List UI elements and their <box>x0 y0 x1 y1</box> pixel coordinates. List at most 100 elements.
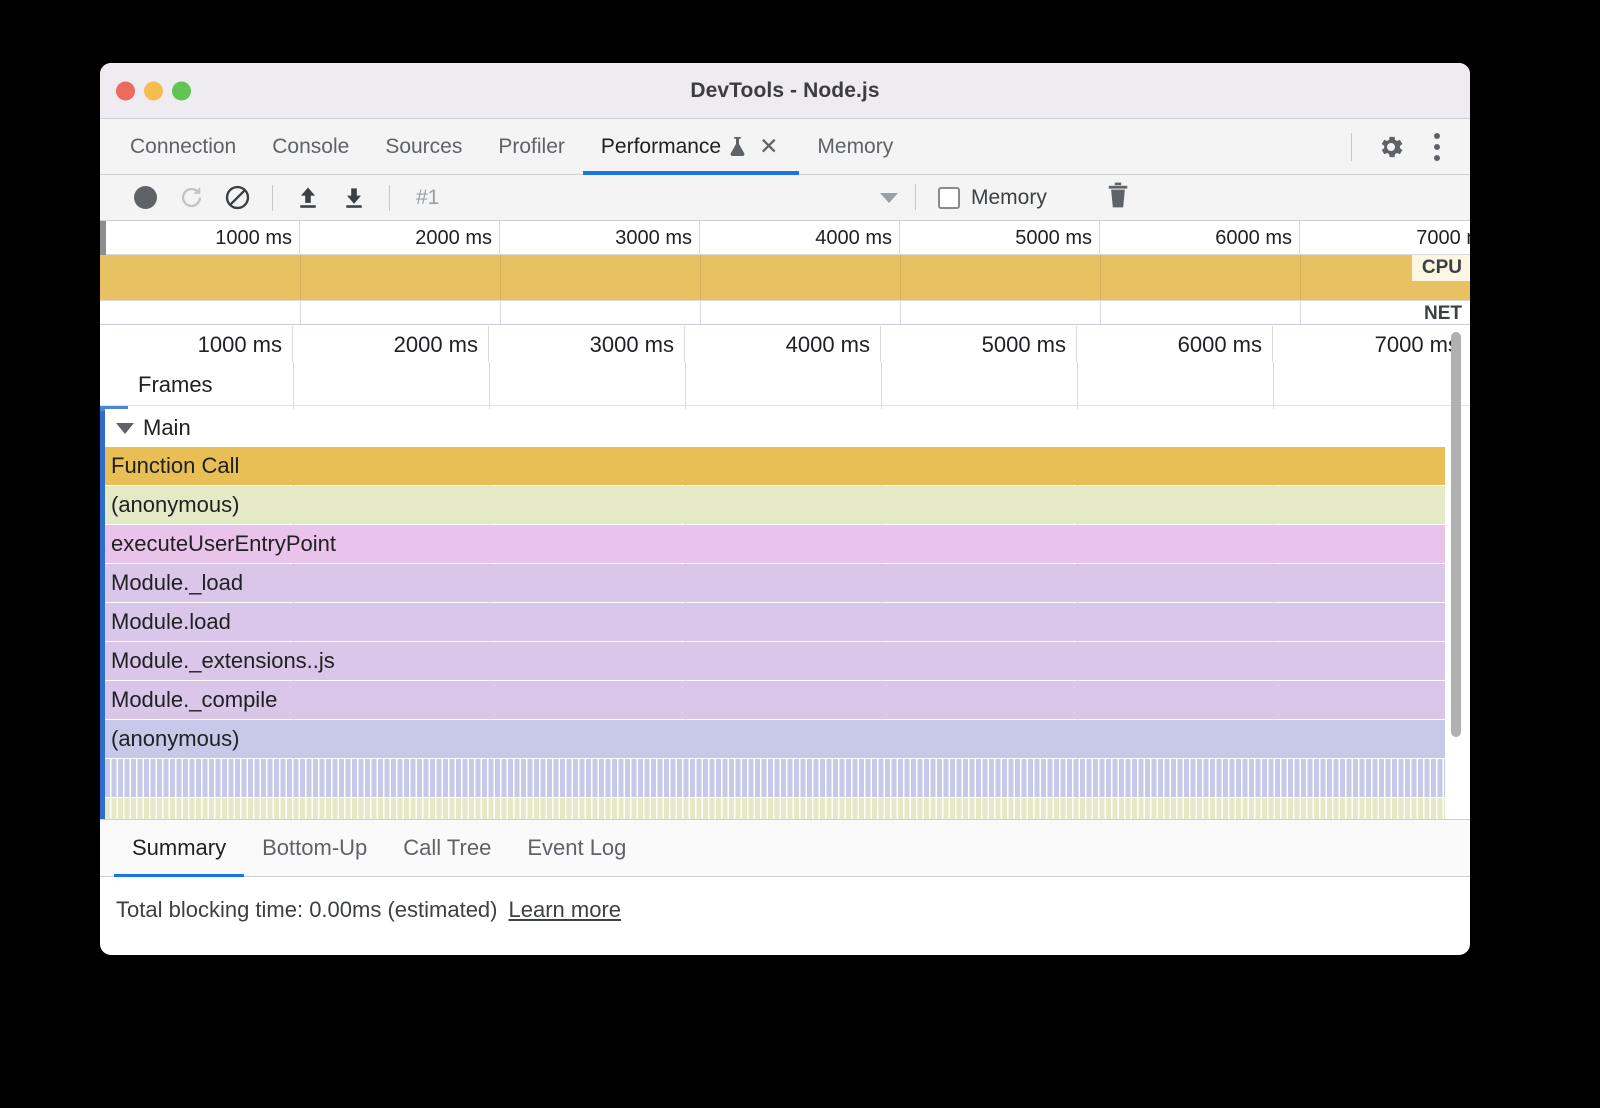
tab-label: Summary <box>132 835 226 861</box>
tabbar-actions <box>1347 119 1458 174</box>
tab-label: Call Tree <box>403 835 491 861</box>
tab-console[interactable]: Console <box>254 119 367 174</box>
flame-bar-label: Module.load <box>105 603 1470 641</box>
overview-tick: 5000 ms <box>900 221 1100 255</box>
overview-ruler: 1000 ms 2000 ms 3000 ms 4000 ms 5000 ms … <box>100 221 1470 255</box>
flame-bar-label: (anonymous) <box>105 720 1470 758</box>
tab-call-tree[interactable]: Call Tree <box>385 820 509 876</box>
record-circle-icon[interactable] <box>122 178 168 218</box>
gear-icon[interactable] <box>1370 126 1412 168</box>
tab-label: Performance <box>601 135 721 159</box>
flame-row[interactable]: (anonymous) <box>105 486 1470 524</box>
tab-label: Bottom-Up <box>262 835 367 861</box>
tab-label: Profiler <box>498 135 565 159</box>
caret-down-icon[interactable] <box>116 423 134 434</box>
minimize-window-button[interactable] <box>144 81 163 100</box>
flame-row-striped[interactable] <box>105 759 1445 797</box>
overview-tick: 6000 ms <box>1100 221 1300 255</box>
flame-chart-pane[interactable]: 1000 ms 2000 ms 3000 ms 4000 ms 5000 ms … <box>100 326 1470 819</box>
flask-icon <box>729 136 746 157</box>
panel-tabbar: Connection Console Sources Profiler Perf… <box>100 119 1470 175</box>
cpu-gridlines <box>100 255 1470 300</box>
flame-group-main[interactable]: Main <box>105 409 1470 447</box>
maximize-window-button[interactable] <box>172 81 191 100</box>
flame-row-striped[interactable] <box>105 798 1445 819</box>
timeline-overview[interactable]: 1000 ms 2000 ms 3000 ms 4000 ms 5000 ms … <box>100 221 1470 326</box>
divider <box>1351 133 1352 161</box>
tab-memory[interactable]: Memory <box>799 119 911 174</box>
flame-rows: Function Call (anonymous) executeUserEnt… <box>105 447 1470 819</box>
flame-bar-label: Module._load <box>105 564 1470 602</box>
flame-tick: 4000 ms <box>685 326 881 362</box>
flame-group-main-label: Main <box>143 415 191 441</box>
tab-event-log[interactable]: Event Log <box>509 820 644 876</box>
overview-net-band: NET <box>100 301 1470 325</box>
memory-checkbox[interactable]: Memory <box>938 186 1047 210</box>
overview-tick: 7000 ms <box>1300 221 1470 255</box>
memory-checkbox-label: Memory <box>971 186 1047 210</box>
flame-row[interactable]: Module._load <box>105 564 1470 602</box>
flame-row[interactable]: Module.load <box>105 603 1470 641</box>
flame-row[interactable]: Function Call <box>105 447 1470 485</box>
summary-statusbar: Total blocking time: 0.00ms (estimated) … <box>100 877 1470 942</box>
cpu-band-label: CPU <box>1412 255 1470 281</box>
flame-tick: 6000 ms <box>1077 326 1273 362</box>
trash-icon[interactable] <box>1105 181 1131 214</box>
tab-connection[interactable]: Connection <box>112 119 254 174</box>
tab-label: Console <box>272 135 349 159</box>
download-arrow-icon[interactable] <box>331 178 377 218</box>
overview-tick: 1000 ms <box>100 221 300 255</box>
tab-label: Sources <box>385 135 462 159</box>
performance-toolbar: #1 Memory <box>100 175 1470 221</box>
tab-bottom-up[interactable]: Bottom-Up <box>244 820 385 876</box>
details-tabbar: Summary Bottom-Up Call Tree Event Log <box>100 819 1470 877</box>
divider <box>272 185 273 211</box>
divider <box>389 185 390 211</box>
flame-tick: 7000 ms <box>1273 326 1469 362</box>
flame-bar-label: Function Call <box>105 447 1470 485</box>
window-title: DevTools - Node.js <box>100 79 1470 103</box>
flame-row[interactable]: Module._compile <box>105 681 1470 719</box>
flame-chart-body[interactable]: Frames Main Function Call (anonymous) <box>100 362 1470 819</box>
divider <box>915 184 916 210</box>
overview-tick: 3000 ms <box>500 221 700 255</box>
flame-row[interactable]: executeUserEntryPoint <box>105 525 1470 563</box>
screen-root: DevTools - Node.js Connection Console So… <box>0 0 1600 1108</box>
no-entry-icon[interactable] <box>214 178 260 218</box>
net-gridlines <box>100 301 1470 324</box>
window-titlebar: DevTools - Node.js <box>100 63 1470 119</box>
learn-more-link[interactable]: Learn more <box>509 897 622 923</box>
more-vertical-icon[interactable] <box>1416 126 1458 168</box>
tab-label: Connection <box>130 135 236 159</box>
net-band-label: NET <box>1414 301 1470 325</box>
tab-summary[interactable]: Summary <box>114 820 244 876</box>
tab-profiler[interactable]: Profiler <box>480 119 583 174</box>
close-icon[interactable]: ✕ <box>756 135 781 158</box>
flame-tick: 2000 ms <box>293 326 489 362</box>
devtools-window: DevTools - Node.js Connection Console So… <box>100 63 1470 955</box>
flame-tick: 3000 ms <box>489 326 685 362</box>
reload-icon[interactable] <box>168 178 214 218</box>
tab-performance[interactable]: Performance ✕ <box>583 119 800 174</box>
flame-tick: 1000 ms <box>100 326 293 362</box>
overview-tick: 2000 ms <box>300 221 500 255</box>
tab-sources[interactable]: Sources <box>367 119 480 174</box>
flame-bar-label: (anonymous) <box>105 486 1470 524</box>
flame-group-frames[interactable]: Frames <box>100 362 1470 406</box>
flame-chart-ruler: 1000 ms 2000 ms 3000 ms 4000 ms 5000 ms … <box>100 326 1470 362</box>
upload-arrow-icon[interactable] <box>285 178 331 218</box>
checkbox-box[interactable] <box>938 187 960 209</box>
overview-cpu-band: CPU <box>100 255 1470 301</box>
flame-row[interactable]: (anonymous) <box>105 720 1470 758</box>
chevron-down-icon[interactable] <box>880 193 898 203</box>
flame-row[interactable]: Module._extensions..js <box>105 642 1470 680</box>
tab-label: Memory <box>817 135 893 159</box>
total-blocking-time-text: Total blocking time: 0.00ms (estimated) <box>116 897 498 923</box>
close-window-button[interactable] <box>116 81 135 100</box>
tab-label: Event Log <box>527 835 626 861</box>
flame-tick: 5000 ms <box>881 326 1077 362</box>
flame-bar-label: Module._compile <box>105 681 1470 719</box>
flame-bar-label: executeUserEntryPoint <box>105 525 1470 563</box>
profile-selector-label[interactable]: #1 <box>416 186 439 210</box>
flame-bar-label: Module._extensions..js <box>105 642 1470 680</box>
